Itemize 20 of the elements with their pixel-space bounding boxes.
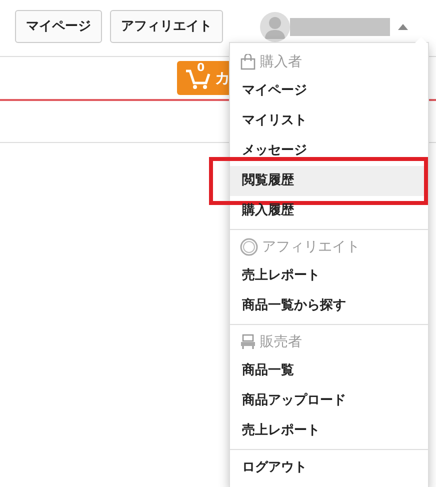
menu-item[interactable]: 商品一覧 xyxy=(230,356,428,386)
nav-button[interactable]: アフィリエイト xyxy=(110,10,223,43)
coin-icon xyxy=(240,238,258,256)
menu-item[interactable]: メッセージ xyxy=(230,136,428,166)
caret-icon[interactable] xyxy=(398,24,408,30)
menu-item[interactable]: ログアウト xyxy=(230,453,428,483)
menu-item[interactable]: 商品アップロード xyxy=(230,386,428,416)
section-header: 販売者 xyxy=(260,332,302,352)
nav-button[interactable]: マイページ xyxy=(15,10,102,43)
menu-item[interactable]: 売上レポート xyxy=(230,261,428,291)
section-header: アフィリエイト xyxy=(262,238,360,256)
section-header: 購入者 xyxy=(260,52,302,72)
cart-count: 0 xyxy=(197,62,205,73)
bag-icon xyxy=(240,54,256,70)
avatar-icon[interactable] xyxy=(260,12,290,42)
menu-item[interactable]: 商品一覧から探す xyxy=(230,291,428,321)
menu-item[interactable]: 購入履歴 xyxy=(230,196,428,226)
menu-item[interactable]: マイリスト xyxy=(230,106,428,136)
menu-item[interactable]: 売上レポート xyxy=(230,416,428,446)
desk-icon xyxy=(240,334,256,350)
